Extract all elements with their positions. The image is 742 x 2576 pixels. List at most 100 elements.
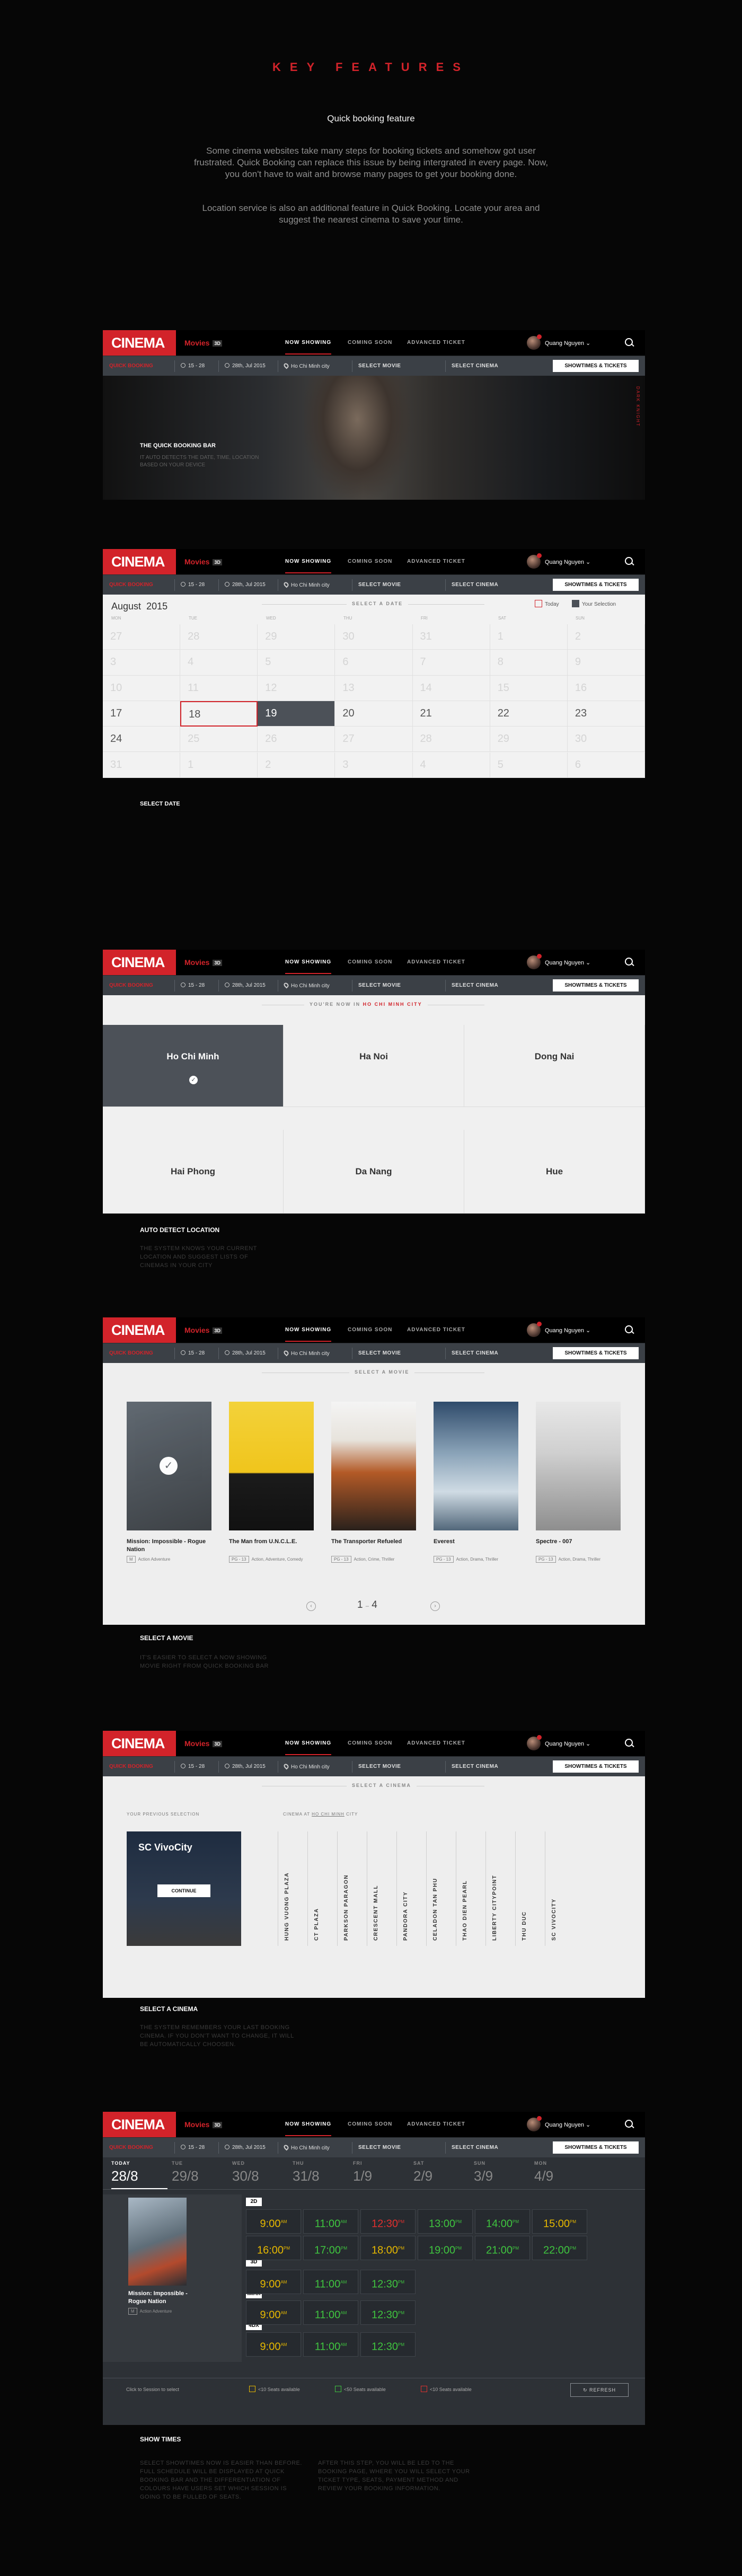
calendar-day[interactable]: 23 [567,701,645,727]
calendar-day[interactable]: 29 [258,624,335,650]
search-icon[interactable] [624,556,635,568]
movie-selector[interactable]: SELECT MOVIE [358,982,401,988]
cinema-name[interactable]: SC VIVOCITY [551,1898,557,1941]
movie-selector[interactable]: SELECT MOVIE [358,1350,401,1356]
city-option-ho-chi-minh[interactable]: Ho Chi Minh ✓ [103,1025,284,1107]
showtime-slot[interactable]: 22:00PM [532,2236,587,2260]
calendar-day[interactable]: 3 [103,650,181,676]
date-selector[interactable]: 28th, Jul 2015 [225,1764,266,1769]
cinema-name[interactable]: THU DUC [522,1911,527,1941]
showtime-slot[interactable]: 19:00PM [418,2236,473,2260]
cinema-selector[interactable]: SELECT CINEMA [452,982,498,988]
cinema-logo[interactable]: CINEMA [103,330,176,356]
calendar-day[interactable]: 6 [567,752,645,778]
week-selector[interactable]: 15 - 28 [181,363,205,369]
cinema-logo[interactable]: CINEMA [103,2112,176,2137]
nav-advanced-ticket[interactable]: ADVANCED TICKET [407,1327,465,1333]
week-selector[interactable]: 15 - 28 [181,1350,205,1356]
poster-mission-impossible[interactable]: ✓ [127,1402,211,1530]
showtime-slot[interactable]: 9:00AM [246,2300,301,2325]
nav-coming-soon[interactable]: COMING SOON [348,959,392,965]
poster-transporter[interactable] [331,1402,416,1530]
calendar-day[interactable]: 10 [103,675,181,701]
nav-advanced-ticket[interactable]: ADVANCED TICKET [407,1740,465,1746]
pager-prev-icon[interactable]: ‹ [306,1601,316,1611]
cinema-name[interactable]: HUNG VUONG PLAZA [284,1872,290,1941]
movie-selector[interactable]: SELECT MOVIE [358,2145,401,2150]
calendar-day[interactable]: 8 [490,650,568,676]
cinema-name[interactable]: CT PLAZA [314,1908,320,1941]
nav-coming-soon[interactable]: COMING SOON [348,559,392,564]
poster-uncle[interactable] [229,1402,314,1530]
showtime-slot[interactable]: 12:30PM [360,2332,416,2357]
calendar-day[interactable]: 21 [412,701,490,727]
calendar-day[interactable]: 25 [180,727,258,753]
showtimes-tickets-button[interactable]: SHOWTIMES & TICKETS [553,1347,639,1359]
week-selector[interactable]: 15 - 28 [181,2145,205,2150]
cinema-selector[interactable]: SELECT CINEMA [452,363,498,369]
showtime-slot[interactable]: 17:00PM [303,2236,358,2260]
user-menu[interactable]: Quang Nguyen ⌄ [527,954,596,969]
nav-coming-soon[interactable]: COMING SOON [348,340,392,346]
calendar-day[interactable]: 14 [412,675,490,701]
cinema-name[interactable]: THAO DIEN PEARL [462,1880,468,1941]
calendar-day[interactable]: 3 [335,752,413,778]
showtime-slot[interactable]: 9:00AM [246,2209,301,2234]
pager-next-icon[interactable]: › [430,1601,440,1611]
movies-menu[interactable]: Movies 3D [184,2120,222,2129]
movies-menu[interactable]: Movies 3D [184,339,222,347]
showtime-slot[interactable]: 12:30PM [360,2270,416,2294]
showtime-slot[interactable]: 12:30PM [360,2209,416,2234]
showtime-slot[interactable]: 21:00PM [475,2236,530,2260]
calendar-day[interactable]: 12 [258,675,335,701]
week-selector[interactable]: 15 - 28 [181,982,205,988]
calendar-day[interactable]: 15 [490,675,568,701]
cinema-name[interactable]: CRESCENT MALL [373,1885,379,1941]
user-menu[interactable]: Quang Nguyen ⌄ [527,553,596,569]
cinema-name[interactable]: CELADON TAN PHU [432,1878,438,1941]
calendar-day[interactable]: 31 [412,624,490,650]
week-selector[interactable]: 15 - 28 [181,582,205,588]
cinema-option[interactable] [337,1831,338,1946]
search-icon[interactable] [624,1738,635,1749]
calendar-day[interactable]: 28 [180,624,258,650]
calendar-day[interactable]: 13 [335,675,413,701]
calendar-day[interactable]: 30 [335,624,413,650]
showtimes-tickets-button[interactable]: SHOWTIMES & TICKETS [553,1760,639,1773]
calendar-day[interactable]: 9 [567,650,645,676]
showtime-slot[interactable]: 11:00AM [303,2209,358,2234]
nav-advanced-ticket[interactable]: ADVANCED TICKET [407,2121,465,2127]
showtime-slot[interactable]: 12:30PM [360,2300,416,2325]
cinema-selector[interactable]: SELECT CINEMA [452,582,498,588]
calendar-day[interactable]: 20 [335,701,413,727]
calendar-day[interactable]: 19 [258,701,335,727]
nav-coming-soon[interactable]: COMING SOON [348,1740,392,1746]
cinema-selector[interactable]: SELECT CINEMA [452,2145,498,2150]
nav-advanced-ticket[interactable]: ADVANCED TICKET [407,959,465,965]
cinema-logo[interactable]: CINEMA [103,549,176,574]
showtime-slot[interactable]: 11:00AM [303,2270,358,2294]
city-selector[interactable]: Ho Chi Minh city [282,362,330,369]
city-option-dong-nai[interactable]: Dong Nai [464,1025,645,1107]
search-icon[interactable] [624,337,635,349]
date-selector[interactable]: 28th, Jul 2015 [225,582,266,588]
movies-menu[interactable]: Movies 3D [184,1326,222,1334]
search-icon[interactable] [624,957,635,968]
poster-everest[interactable] [434,1402,518,1530]
city-option-hue[interactable]: Hue [464,1130,645,1214]
showtimes-tickets-button[interactable]: SHOWTIMES & TICKETS [553,2141,639,2154]
calendar-day[interactable]: 11 [180,675,258,701]
showtimes-tickets-button[interactable]: SHOWTIMES & TICKETS [553,360,639,372]
user-menu[interactable]: Quang Nguyen ⌄ [527,2116,596,2131]
calendar-day[interactable]: 4 [412,752,490,778]
city-selector[interactable]: Ho Chi Minh city [282,981,330,989]
cinema-option[interactable] [485,1831,486,1946]
calendar-day[interactable]: 16 [567,675,645,701]
calendar-day[interactable]: 29 [490,727,568,753]
movie-selector[interactable]: SELECT MOVIE [358,363,401,369]
showtime-slot[interactable]: 16:00PM [246,2236,301,2260]
showtime-slot[interactable]: 11:00AM [303,2300,358,2325]
search-icon[interactable] [624,1324,635,1336]
showtime-slot[interactable]: 18:00PM [360,2236,416,2260]
nav-now-showing[interactable]: NOW SHOWING [285,1740,332,1755]
